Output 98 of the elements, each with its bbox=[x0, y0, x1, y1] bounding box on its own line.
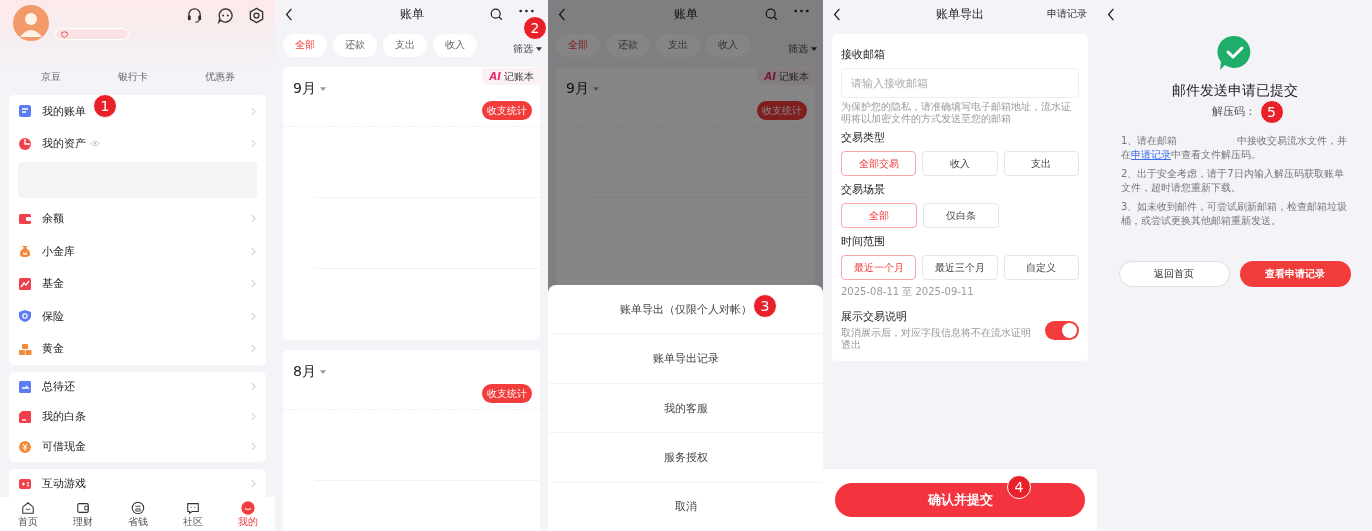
headset-icon[interactable] bbox=[186, 7, 203, 24]
chevron-icon bbox=[251, 344, 256, 354]
filter-button[interactable]: 筛选 bbox=[788, 41, 817, 56]
nav-tab[interactable]: 社区 bbox=[182, 501, 203, 527]
coin-icon bbox=[130, 501, 145, 515]
menu-item[interactable]: 基金 bbox=[42, 276, 64, 292]
back-icon[interactable] bbox=[1107, 7, 1115, 21]
page-title: 账单 bbox=[673, 5, 698, 23]
chevron-icon bbox=[251, 382, 256, 392]
field-label: 交易类型 bbox=[841, 130, 886, 145]
step-marker: 5 bbox=[1259, 100, 1284, 124]
menu-item[interactable]: 余额 bbox=[42, 211, 64, 227]
menu-item[interactable]: 总待还 bbox=[42, 379, 75, 395]
option-button[interactable]: 全部交易 bbox=[841, 151, 917, 176]
chevron-icon bbox=[251, 246, 256, 256]
filter-chip[interactable]: 收入 bbox=[433, 33, 477, 57]
option-button[interactable]: 最近一个月 bbox=[841, 255, 917, 280]
back-icon[interactable] bbox=[285, 7, 293, 21]
menu-item[interactable]: 可借现金 bbox=[42, 439, 86, 455]
caret-icon bbox=[592, 87, 599, 91]
asset-tab[interactable]: 银行卡 bbox=[117, 70, 148, 84]
chevron-icon bbox=[251, 479, 256, 489]
result-title: 邮件发送申请已提交 bbox=[1170, 82, 1299, 100]
field-label: 接收邮箱 bbox=[841, 47, 886, 62]
ledger-tag[interactable]: AI 记账本 bbox=[756, 68, 815, 85]
chevron-icon bbox=[251, 412, 256, 422]
filter-chip[interactable]: 还款 bbox=[606, 33, 650, 57]
option-button[interactable]: 仅白条 bbox=[923, 203, 999, 228]
page-title: 账单导出 bbox=[936, 5, 984, 23]
option-button[interactable]: 全部 bbox=[841, 203, 917, 228]
menu-item[interactable]: 黄金 bbox=[42, 341, 64, 357]
filter-chip[interactable]: 全部 bbox=[283, 33, 327, 57]
caret-icon bbox=[319, 87, 326, 91]
chevron-icon bbox=[251, 106, 256, 116]
stats-button[interactable]: 收支统计 bbox=[482, 101, 532, 120]
page-title: 账单 bbox=[399, 5, 424, 23]
nav-tab[interactable]: 首页 bbox=[17, 501, 38, 527]
step-marker: 2 bbox=[523, 16, 547, 40]
smile-icon bbox=[240, 501, 255, 515]
menu-item[interactable]: 保险 bbox=[42, 308, 64, 324]
option-button[interactable]: 最近三个月 bbox=[922, 255, 998, 280]
note-text: 2、出于安全考虑，请于7日内输入解压码获取账单文件，超时请您重新下载。 bbox=[1121, 167, 1345, 195]
nav-tab[interactable]: 我的 bbox=[237, 501, 258, 527]
menu-item[interactable]: 我的资产 bbox=[42, 136, 86, 152]
asset-tab[interactable]: 优惠券 bbox=[204, 70, 235, 84]
month-picker[interactable]: 9月 bbox=[566, 80, 599, 98]
chevron-icon bbox=[251, 279, 256, 289]
filter-button[interactable]: 筛选 bbox=[513, 41, 542, 56]
chevron-icon bbox=[251, 311, 256, 321]
settings-icon[interactable] bbox=[248, 7, 265, 24]
menu-item[interactable]: 小金库 bbox=[42, 243, 75, 259]
month-picker[interactable]: 9月 bbox=[293, 80, 326, 98]
option-button[interactable]: 自定义 bbox=[1003, 255, 1079, 280]
ledger-tag[interactable]: AI 记账本 bbox=[481, 68, 540, 85]
hint-text: 取消展示后，对应字段信息将不在流水证明透出 bbox=[841, 327, 1032, 351]
search-icon[interactable] bbox=[490, 7, 503, 21]
field-label: 展示交易说明 bbox=[841, 309, 908, 324]
code-label: 解压码： bbox=[1211, 105, 1256, 119]
menu-item[interactable]: 我的白条 bbox=[42, 409, 86, 425]
asset-tab[interactable]: 京豆 bbox=[40, 70, 61, 84]
shield-icon bbox=[61, 30, 68, 38]
filter-chip[interactable]: 支出 bbox=[383, 33, 427, 57]
filter-chip[interactable]: 支出 bbox=[656, 33, 700, 57]
chat-icon[interactable] bbox=[217, 7, 234, 24]
more-icon[interactable] bbox=[519, 9, 534, 13]
home-icon bbox=[20, 501, 35, 515]
chat-icon bbox=[185, 501, 200, 515]
date-range: 2025-08-11 至 2025-09-11 bbox=[841, 285, 975, 299]
option-button[interactable]: 收入 bbox=[922, 151, 998, 176]
field-label: 时间范围 bbox=[841, 234, 886, 249]
hint-text: 为保护您的隐私，请准确填写电子邮箱地址，流水证明将以加密文件的方式发送至您的邮箱 bbox=[841, 101, 1072, 125]
records-link[interactable]: 申请记录 bbox=[1131, 149, 1171, 160]
nav-tab[interactable]: 理财 bbox=[72, 501, 93, 527]
caret-icon bbox=[811, 46, 817, 51]
records-button[interactable]: 查看申请记录 bbox=[1239, 261, 1351, 287]
wallet-icon bbox=[75, 501, 90, 515]
chevron-icon bbox=[251, 214, 256, 224]
records-link[interactable]: 申请记录 bbox=[1047, 7, 1087, 21]
home-button[interactable]: 返回首页 bbox=[1118, 261, 1230, 287]
menu-item[interactable]: 我的账单 bbox=[42, 103, 86, 119]
back-icon[interactable] bbox=[833, 7, 841, 21]
chevron-icon bbox=[251, 139, 256, 149]
toggle-switch[interactable] bbox=[1045, 320, 1079, 340]
nav-tab[interactable]: 省钱 bbox=[127, 501, 148, 527]
chevron-icon bbox=[251, 442, 256, 452]
caret-icon bbox=[536, 46, 542, 51]
sheet-option[interactable]: 取消 bbox=[548, 482, 823, 531]
option-button[interactable]: 支出 bbox=[1003, 151, 1079, 176]
month-picker[interactable]: 8月 bbox=[293, 363, 326, 381]
caret-icon bbox=[319, 370, 326, 374]
field-label: 交易场景 bbox=[841, 182, 886, 197]
email-field[interactable]: 请输入接收邮箱 bbox=[841, 68, 1079, 98]
menu-item[interactable]: 互动游戏 bbox=[42, 476, 86, 492]
filter-chip[interactable]: 还款 bbox=[333, 33, 377, 57]
note-text: 3、如未收到邮件，可尝试刷新邮箱，检查邮箱垃圾桶，或尝试更换其他邮箱重新发送。 bbox=[1121, 200, 1349, 228]
stats-button[interactable]: 收支统计 bbox=[482, 384, 532, 403]
note-text: 1、请在邮箱 中接收交易流水文件，并在申请记录中查看文件解压码。 bbox=[1121, 134, 1349, 162]
success-icon bbox=[1216, 35, 1253, 71]
